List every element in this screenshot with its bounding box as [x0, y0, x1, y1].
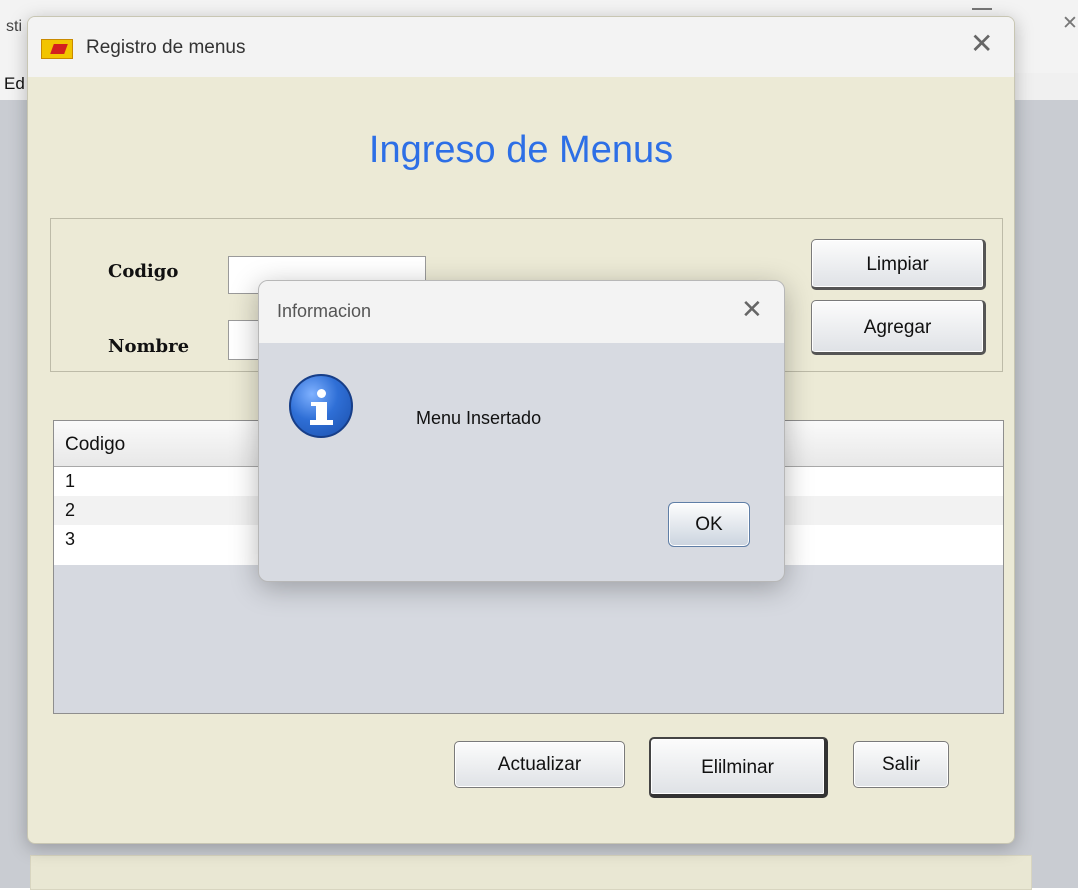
info-icon-serif-base	[310, 420, 333, 425]
table-cell-codigo: 2	[65, 500, 76, 520]
actualizar-button[interactable]: Actualizar	[454, 741, 625, 788]
codigo-label: Codigo	[108, 261, 179, 282]
window-titlebar: Registro de menus ✕	[28, 17, 1014, 77]
salir-button[interactable]: Salir	[853, 741, 949, 788]
window-close-icon[interactable]: ✕	[970, 29, 993, 59]
limpiar-button[interactable]: Limpiar	[811, 239, 986, 290]
column-header-codigo[interactable]: Codigo	[65, 434, 125, 456]
parent-close-icon[interactable]: ✕	[1062, 12, 1078, 35]
dialog-titlebar: Informacion ✕	[259, 281, 784, 343]
dialog-close-icon[interactable]: ✕	[741, 294, 763, 324]
nombre-label: Nombre	[108, 336, 190, 357]
app-logo-icon	[41, 39, 73, 59]
parent-menu-edit[interactable]: Ed	[4, 74, 25, 94]
info-icon-serif-top	[311, 402, 319, 406]
parent-minimize-icon[interactable]	[972, 8, 992, 10]
info-icon	[289, 374, 353, 438]
page-title: Ingreso de Menus	[368, 129, 674, 171]
window-title: Registro de menus	[86, 37, 246, 58]
parent-bottom-panel	[30, 855, 1032, 890]
dialog-message: Menu Insertado	[416, 408, 542, 428]
parent-title-fragment: sti	[6, 18, 22, 35]
dialog-title: Informacion	[277, 301, 372, 321]
agregar-button[interactable]: Agregar	[811, 300, 986, 355]
table-cell-codigo: 3	[65, 529, 76, 549]
ok-button[interactable]: OK	[668, 502, 750, 547]
eliminar-button[interactable]: Elilminar	[649, 737, 828, 798]
informacion-dialog: Informacion ✕ Menu Insertado OK	[258, 280, 785, 582]
parent-menubar	[1010, 73, 1078, 102]
table-cell-codigo: 1	[65, 471, 76, 491]
